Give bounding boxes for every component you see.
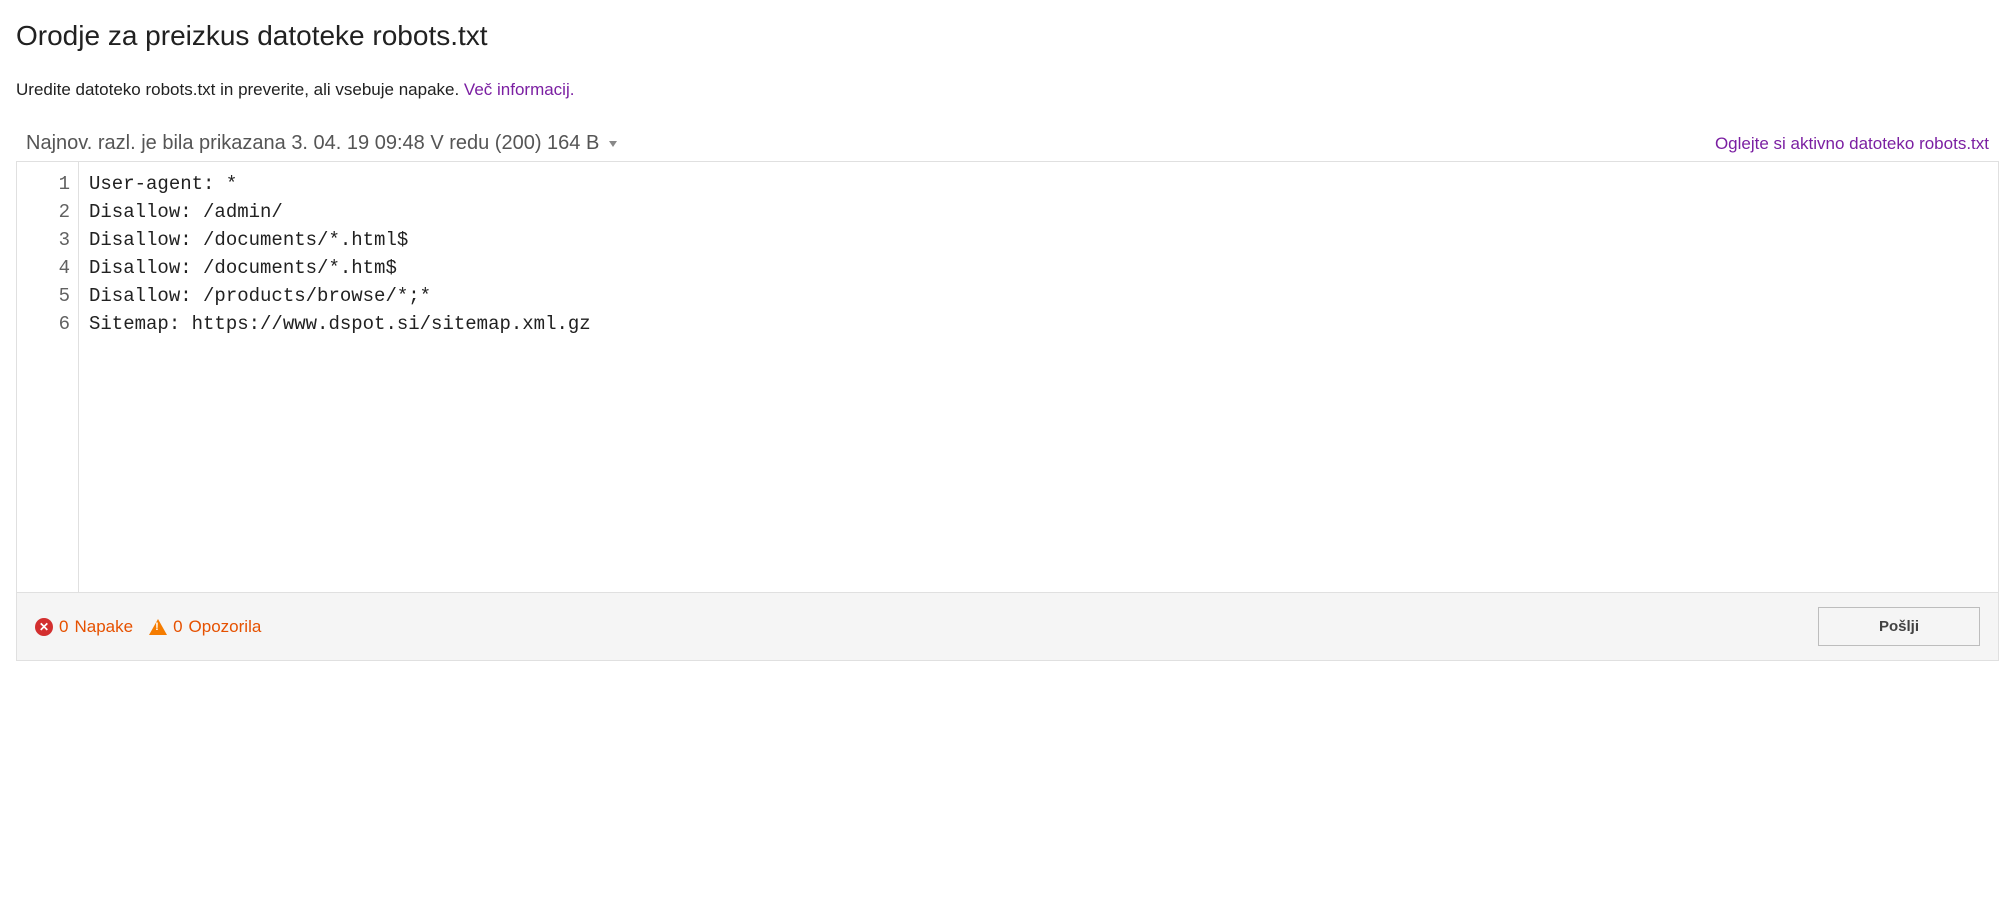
editor-footer: ✕ 0 Napake 0 Opozorila Pošlji — [16, 593, 1999, 661]
code-line[interactable]: Disallow: /admin/ — [89, 198, 1988, 226]
warnings-label: Opozorila — [189, 617, 262, 637]
description-text: Uredite datoteko robots.txt in preverite… — [16, 80, 464, 99]
line-number: 4 — [17, 254, 70, 282]
view-live-robots-link[interactable]: Oglejte si aktivno datoteko robots.txt — [1715, 134, 1989, 154]
more-info-link[interactable]: Več informacij. — [464, 80, 575, 99]
code-line[interactable]: Disallow: /documents/*.html$ — [89, 226, 1988, 254]
code-content[interactable]: User-agent: *Disallow: /admin/Disallow: … — [79, 162, 1998, 592]
line-number: 3 — [17, 226, 70, 254]
line-number: 1 — [17, 170, 70, 198]
line-number: 6 — [17, 310, 70, 338]
code-line[interactable]: Sitemap: https://www.dspot.si/sitemap.xm… — [89, 310, 1988, 338]
page-title: Orodje za preizkus datoteke robots.txt — [16, 20, 1999, 52]
submit-button[interactable]: Pošlji — [1818, 607, 1980, 646]
chevron-down-icon — [609, 141, 617, 147]
errors-label: Napake — [74, 617, 133, 637]
version-status-text: Najnov. razl. je bila prikazana 3. 04. 1… — [26, 132, 599, 155]
code-line[interactable]: User-agent: * — [89, 170, 1988, 198]
code-line[interactable]: Disallow: /documents/*.htm$ — [89, 254, 1988, 282]
warning-icon — [149, 619, 167, 635]
warnings-count: 0 — [173, 617, 182, 637]
code-editor[interactable]: 123456 User-agent: *Disallow: /admin/Dis… — [17, 162, 1998, 592]
editor-container: 123456 User-agent: *Disallow: /admin/Dis… — [16, 161, 1999, 593]
line-number-gutter: 123456 — [17, 162, 79, 592]
line-number: 5 — [17, 282, 70, 310]
code-line[interactable]: Disallow: /products/browse/*;* — [89, 282, 1988, 310]
page-description: Uredite datoteko robots.txt in preverite… — [16, 80, 1999, 100]
version-dropdown[interactable]: Najnov. razl. je bila prikazana 3. 04. 1… — [26, 132, 617, 155]
errors-count: 0 — [59, 617, 68, 637]
status-bar: Najnov. razl. je bila prikazana 3. 04. 1… — [16, 132, 1999, 161]
validation-status: ✕ 0 Napake 0 Opozorila — [35, 617, 261, 637]
line-number: 2 — [17, 198, 70, 226]
error-icon: ✕ — [35, 618, 53, 636]
